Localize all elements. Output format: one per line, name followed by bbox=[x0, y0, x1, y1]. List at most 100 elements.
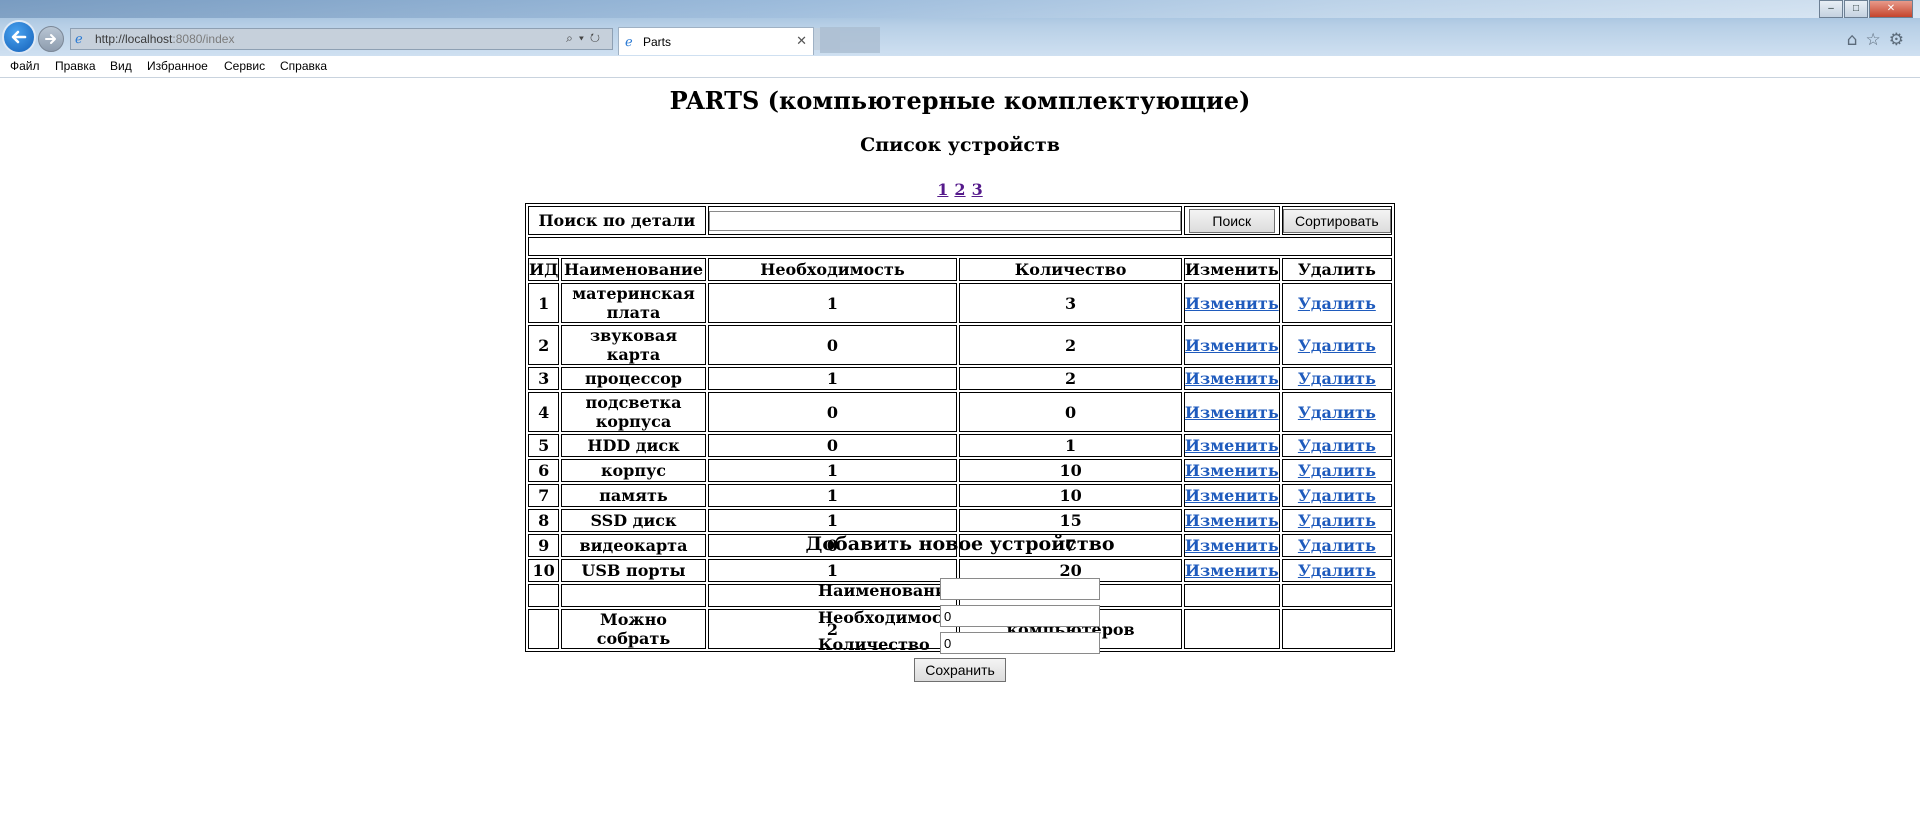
dropdown-icon[interactable]: ▾ bbox=[579, 31, 590, 45]
delete-link[interactable]: Удалить bbox=[1298, 511, 1376, 530]
delete-link-cell: Удалить bbox=[1281, 367, 1392, 390]
edit-link[interactable]: Изменить bbox=[1185, 561, 1279, 580]
minimize-button[interactable]: – bbox=[1819, 0, 1843, 18]
row-name: материнская плата bbox=[561, 283, 706, 323]
row-need: 1 bbox=[707, 367, 958, 390]
row-name: процессор bbox=[561, 367, 706, 390]
home-icon[interactable]: ⌂ bbox=[1847, 30, 1866, 50]
table-row: 4 подсветка корпуса 0 0 Изменить Удалить bbox=[528, 392, 1392, 432]
row-name: корпус bbox=[561, 459, 706, 482]
edit-link-cell: Изменить bbox=[1183, 367, 1280, 390]
forward-arrow-icon bbox=[45, 34, 56, 44]
row-qty: 1 bbox=[959, 434, 1182, 457]
row-need: 1 bbox=[707, 509, 958, 532]
row-need: 0 bbox=[707, 434, 958, 457]
maximize-button[interactable]: □ bbox=[1844, 0, 1868, 18]
search-icon[interactable]: ⌕ bbox=[566, 31, 579, 45]
delete-link[interactable]: Удалить bbox=[1298, 486, 1376, 505]
row-need: 1 bbox=[707, 283, 958, 323]
delete-link[interactable]: Удалить bbox=[1298, 294, 1376, 313]
edit-link[interactable]: Изменить bbox=[1185, 486, 1279, 505]
delete-link[interactable]: Удалить bbox=[1298, 561, 1376, 580]
edit-link[interactable]: Изменить bbox=[1185, 294, 1279, 313]
name-input[interactable] bbox=[940, 578, 1100, 600]
row-need: 1 bbox=[707, 484, 958, 507]
page-link-2[interactable]: 2 bbox=[954, 180, 965, 199]
tab-parts[interactable]: ℯ Parts ✕ bbox=[618, 27, 814, 55]
need-input[interactable] bbox=[940, 605, 1100, 627]
delete-link[interactable]: Удалить bbox=[1298, 336, 1376, 355]
table-row: 5 HDD диск 0 1 Изменить Удалить bbox=[528, 434, 1392, 457]
gear-icon[interactable]: ⚙ bbox=[1889, 30, 1912, 50]
page-link-1[interactable]: 1 bbox=[937, 180, 948, 199]
edit-link[interactable]: Изменить bbox=[1185, 336, 1279, 355]
table-row: 7 память 1 10 Изменить Удалить bbox=[528, 484, 1392, 507]
edit-link-cell: Изменить bbox=[1183, 459, 1280, 482]
table-row: 3 процессор 1 2 Изменить Удалить bbox=[528, 367, 1392, 390]
url-path: :8080/index bbox=[172, 32, 235, 46]
save-button[interactable]: Сохранить bbox=[914, 658, 1006, 682]
search-button-cell: Поиск bbox=[1183, 206, 1280, 235]
close-icon[interactable]: ✕ bbox=[796, 33, 807, 49]
address-bar-icons: ⌕▾↻ bbox=[566, 31, 606, 46]
menu-tools[interactable]: Сервис bbox=[224, 59, 265, 73]
address-bar[interactable]: ℯ http://localhost:8080/index ⌕▾↻ bbox=[70, 28, 613, 50]
menu-favorites[interactable]: Избранное bbox=[147, 59, 208, 73]
search-input[interactable] bbox=[708, 210, 1181, 231]
row-id: 6 bbox=[528, 459, 560, 482]
edit-link[interactable]: Изменить bbox=[1185, 369, 1279, 388]
title-bar-background bbox=[0, 0, 1920, 18]
ie-logo-icon: ℯ bbox=[75, 31, 83, 46]
menu-edit[interactable]: Правка bbox=[55, 59, 96, 73]
row-need: 1 bbox=[707, 559, 958, 582]
delete-link[interactable]: Удалить bbox=[1298, 369, 1376, 388]
page-link-3[interactable]: 3 bbox=[972, 180, 983, 199]
row-id: 1 bbox=[528, 283, 560, 323]
search-row: Поиск по детали Поиск Сортировать bbox=[528, 206, 1392, 235]
toolbar-right-icons: ⌂☆⚙ bbox=[1847, 30, 1912, 50]
spacer-cell bbox=[528, 237, 1392, 256]
back-button[interactable] bbox=[2, 20, 36, 54]
menu-file[interactable]: Файл bbox=[10, 59, 40, 73]
sort-button-cell: Сортировать bbox=[1281, 206, 1392, 235]
edit-link[interactable]: Изменить bbox=[1185, 436, 1279, 455]
star-icon[interactable]: ☆ bbox=[1866, 30, 1889, 50]
back-arrow-icon bbox=[11, 30, 27, 44]
table-row: 8 SSD диск 1 15 Изменить Удалить bbox=[528, 509, 1392, 532]
edit-link[interactable]: Изменить bbox=[1185, 403, 1279, 422]
spacer-row bbox=[528, 237, 1392, 256]
edit-link[interactable]: Изменить bbox=[1185, 461, 1279, 480]
delete-link[interactable]: Удалить bbox=[1298, 461, 1376, 480]
row-name: подсветка корпуса bbox=[561, 392, 706, 432]
row-qty: 0 bbox=[959, 392, 1182, 432]
summary-label: Можно собрать bbox=[561, 609, 706, 649]
tab-label: Parts bbox=[643, 35, 672, 49]
row-id: 3 bbox=[528, 367, 560, 390]
row-need: 0 bbox=[707, 392, 958, 432]
forward-button[interactable] bbox=[38, 26, 64, 52]
edit-link-cell: Изменить bbox=[1183, 509, 1280, 532]
delete-link-cell: Удалить bbox=[1281, 509, 1392, 532]
header-qty: Количество bbox=[959, 258, 1182, 281]
sort-button[interactable]: Сортировать bbox=[1282, 208, 1391, 233]
browser-chrome: – □ ✕ ℯ http://localhost:8080/index ⌕▾↻ … bbox=[0, 0, 1920, 78]
search-button[interactable]: Поиск bbox=[1188, 208, 1275, 233]
delete-link-cell: Удалить bbox=[1281, 392, 1392, 432]
edit-link[interactable]: Изменить bbox=[1185, 511, 1279, 530]
url-host: http://localhost bbox=[95, 32, 173, 46]
address-url[interactable]: http://localhost:8080/index bbox=[95, 32, 234, 46]
window-close-button[interactable]: ✕ bbox=[1869, 0, 1913, 18]
delete-link[interactable]: Удалить bbox=[1298, 403, 1376, 422]
empty-cell bbox=[1183, 584, 1280, 607]
delete-link-cell: Удалить bbox=[1281, 484, 1392, 507]
qty-input[interactable] bbox=[940, 632, 1100, 654]
row-name: память bbox=[561, 484, 706, 507]
row-id: 2 bbox=[528, 325, 560, 365]
delete-link[interactable]: Удалить bbox=[1298, 436, 1376, 455]
row-qty: 2 bbox=[959, 325, 1182, 365]
refresh-icon[interactable]: ↻ bbox=[590, 31, 606, 45]
menu-help[interactable]: Справка bbox=[280, 59, 327, 73]
table-row: 6 корпус 1 10 Изменить Удалить bbox=[528, 459, 1392, 482]
edit-link-cell: Изменить bbox=[1183, 484, 1280, 507]
menu-view[interactable]: Вид bbox=[110, 59, 132, 73]
